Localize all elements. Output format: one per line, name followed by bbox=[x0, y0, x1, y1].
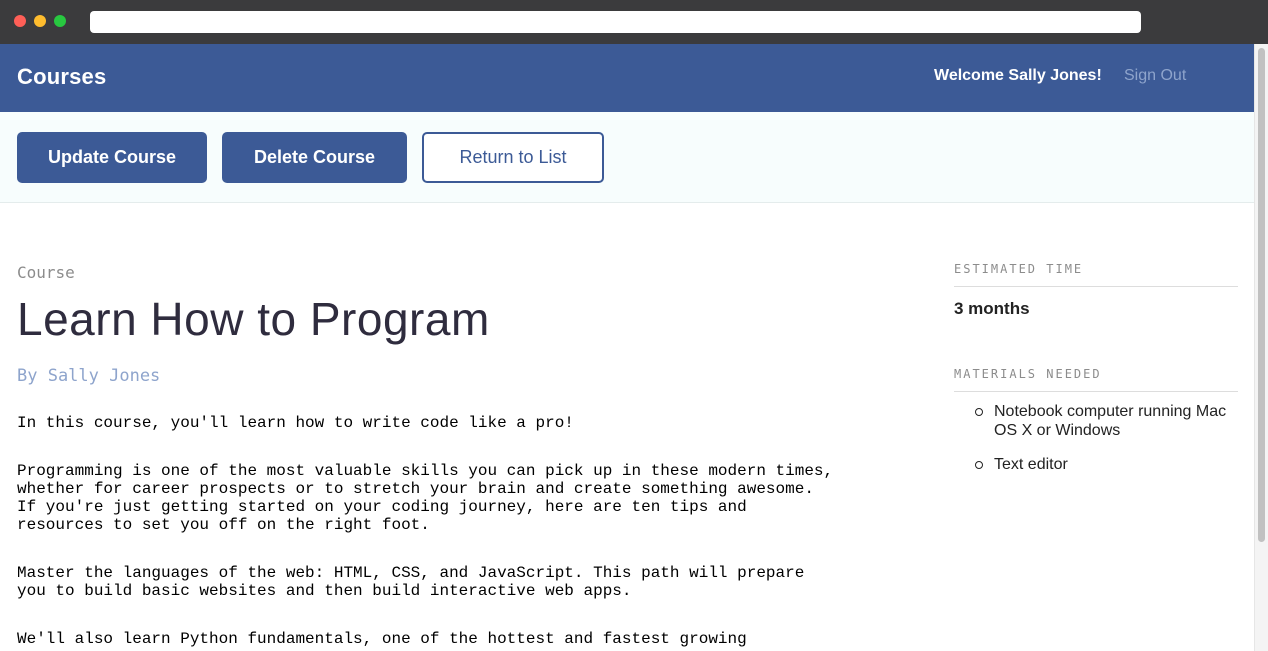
circle-bullet-icon bbox=[975, 461, 983, 469]
signout-link[interactable]: Sign Out bbox=[1124, 67, 1186, 85]
description-paragraph: In this course, you'll learn how to writ… bbox=[17, 414, 574, 432]
vertical-scrollbar[interactable] bbox=[1254, 44, 1268, 651]
welcome-message: Welcome Sally Jones! bbox=[934, 67, 1102, 84]
return-to-list-button[interactable]: Return to List bbox=[422, 132, 604, 183]
course-label: Course bbox=[17, 263, 75, 282]
page-viewport: Courses Welcome Sally Jones! Sign Out Up… bbox=[0, 44, 1254, 651]
materials-heading: MATERIALS NEEDED bbox=[954, 367, 1238, 392]
description-paragraph: We'll also learn Python fundamentals, on… bbox=[17, 630, 747, 648]
browser-chrome bbox=[0, 0, 1268, 44]
address-bar[interactable] bbox=[90, 11, 1141, 33]
scrollbar-thumb[interactable] bbox=[1258, 48, 1265, 542]
course-sidebar: ESTIMATED TIME 3 months MATERIALS NEEDED… bbox=[954, 262, 1238, 489]
course-description: In this course, you'll learn how to writ… bbox=[17, 414, 837, 651]
material-text: Text editor bbox=[994, 456, 1068, 473]
course-author: By Sally Jones bbox=[17, 366, 161, 386]
site-title[interactable]: Courses bbox=[17, 64, 106, 90]
estimated-time-heading: ESTIMATED TIME bbox=[954, 262, 1238, 287]
description-paragraph: Master the languages of the web: HTML, C… bbox=[17, 564, 805, 600]
delete-course-button[interactable]: Delete Course bbox=[222, 132, 407, 183]
close-window-icon[interactable] bbox=[14, 15, 26, 27]
site-header: Courses Welcome Sally Jones! Sign Out bbox=[0, 44, 1254, 112]
description-paragraph: Programming is one of the most valuable … bbox=[17, 462, 834, 534]
course-title: Learn How to Program bbox=[17, 293, 490, 345]
materials-list: Notebook computer running Mac OS X or Wi… bbox=[954, 402, 1238, 474]
zoom-window-icon[interactable] bbox=[54, 15, 66, 27]
material-text: Notebook computer running Mac OS X or Wi… bbox=[994, 403, 1227, 439]
update-course-button[interactable]: Update Course bbox=[17, 132, 207, 183]
actions-bar: Update Course Delete Course Return to Li… bbox=[0, 112, 1254, 203]
list-item: Notebook computer running Mac OS X or Wi… bbox=[975, 402, 1238, 440]
minimize-window-icon[interactable] bbox=[34, 15, 46, 27]
list-item: Text editor bbox=[975, 455, 1238, 474]
estimated-time-value: 3 months bbox=[954, 299, 1030, 318]
circle-bullet-icon bbox=[975, 408, 983, 416]
